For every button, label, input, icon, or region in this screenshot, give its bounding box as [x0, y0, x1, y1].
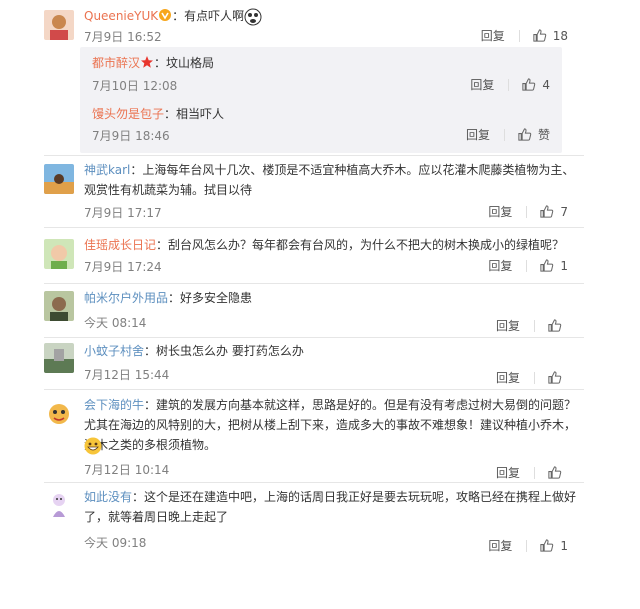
action-divider	[534, 371, 535, 384]
action-divider	[526, 205, 528, 218]
comment-text: ：有点吓人啊	[172, 9, 245, 23]
reply-list: 都市醉汉 ：坟山格局 7月10日 12:08 回复 4 馒头勿是包子：相当吓人 7…	[80, 47, 562, 153]
action-divider	[526, 539, 528, 552]
thumbs-up-icon	[533, 29, 546, 42]
username-link[interactable]: 小蚊子村舍	[84, 344, 144, 358]
avatar[interactable]	[44, 343, 74, 373]
action-divider	[503, 128, 505, 141]
comment-divider	[44, 337, 584, 338]
like-button[interactable]	[547, 318, 568, 333]
like-button[interactable]: 1	[539, 538, 568, 553]
avatar[interactable]	[44, 10, 74, 40]
comment-text: ：好多安全隐患	[168, 291, 253, 305]
comment-text: ：树长虫怎么办 要打药怎么办	[144, 344, 304, 358]
username-link[interactable]: QueenieYUK	[84, 9, 158, 23]
thumbs-up-icon	[548, 466, 562, 479]
username-link[interactable]: 帕米尔户外用品	[84, 291, 168, 305]
like-count: 7	[560, 204, 568, 219]
like-button[interactable]	[547, 370, 568, 385]
avatar[interactable]	[44, 239, 74, 269]
thumbs-up-icon	[540, 539, 554, 552]
comment-divider	[44, 482, 584, 483]
comment-time: 7月9日 17:17	[84, 206, 162, 220]
username-link[interactable]: 会下海的牛	[84, 398, 144, 412]
star-badge-icon	[141, 56, 154, 68]
like-button[interactable]: 1	[539, 258, 568, 273]
username-link[interactable]: 佳瑶成长日记	[84, 238, 156, 252]
reply-button[interactable]: 回复	[488, 537, 512, 554]
grin-emoji-icon	[84, 437, 102, 455]
comment-time: 7月12日 15:44	[84, 368, 170, 382]
vip-badge-icon	[159, 9, 172, 21]
like-button[interactable]: 赞	[517, 126, 550, 143]
like-count: 18	[552, 28, 568, 43]
comment-item: 帕米尔户外用品：好多安全隐患 今天 08:14 回复	[0, 285, 640, 337]
action-divider	[534, 319, 535, 332]
username-link[interactable]: 都市醉汉	[92, 56, 140, 70]
comment-divider	[44, 227, 584, 228]
username-link[interactable]: 馒头勿是包子	[92, 107, 164, 121]
username-link[interactable]: 神武karl	[84, 163, 130, 177]
action-divider	[518, 29, 520, 42]
comment-text: ：上海每年台风十几次、楼顶是不适宜种植高大乔木。应以花灌木爬藤类植物为主、观赏性…	[84, 163, 575, 197]
thumbs-up-icon	[522, 78, 536, 91]
like-count: 1	[560, 258, 568, 273]
reply-text: ：相当吓人	[164, 107, 225, 121]
comment-time: 7月12日 10:14	[84, 463, 170, 477]
thumbs-up-icon	[548, 319, 562, 332]
reply-button[interactable]: 回复	[470, 76, 494, 93]
like-button[interactable]	[547, 465, 568, 480]
comment-item: QueenieYUK ：有点吓人啊 7月9日 16:52 回复 18 都市醉汉 ：坟…	[0, 0, 640, 160]
comment-item: 会下海的牛：建筑的发展方向基本就这样，思路是好的。但是有没有考虑过树大易倒的问题…	[0, 391, 640, 483]
comment-text: ：这个是还在建造中吧，上海的话周日我正好是要去玩玩呢，攻略已经在携程上做好了，就…	[84, 490, 577, 524]
action-divider	[526, 259, 528, 272]
avatar[interactable]	[44, 489, 74, 519]
comment-item: 佳瑶成长日记：刮台风怎么办？每年都会有台风的，为什么不把大的树木换成小的绿植呢？…	[0, 229, 640, 283]
comment-text: ：建筑的发展方向基本就这样，思路是好的。但是有没有考虑过树大易倒的问题？尤其在海…	[84, 398, 577, 452]
avatar[interactable]	[44, 399, 74, 429]
reply-item: 馒头勿是包子：相当吓人 7月9日 18:46 回复 赞	[80, 100, 562, 153]
scared-emoji-icon	[244, 8, 262, 25]
reply-text: ：坟山格局	[154, 56, 215, 70]
like-count: 1	[560, 538, 568, 553]
reply-time: 7月9日 18:46	[92, 129, 170, 143]
comment-text: ：刮台风怎么办？每年都会有台风的，为什么不把大的树木换成小的绿植呢？	[156, 238, 565, 252]
action-divider	[534, 466, 535, 479]
action-divider	[508, 78, 510, 91]
reply-time: 7月10日 12:08	[92, 79, 178, 93]
reply-button[interactable]: 回复	[496, 369, 520, 386]
comment-item: 如此没有：这个是还在建造中吧，上海的话周日我正好是要去玩玩呢，攻略已经在携程上做…	[0, 484, 640, 554]
like-button[interactable]: 18	[532, 28, 568, 43]
comment-time: 7月9日 16:52	[84, 30, 162, 44]
comment-time: 今天 09:18	[84, 536, 147, 550]
like-label: 赞	[537, 128, 550, 142]
reply-button[interactable]: 回复	[466, 126, 490, 143]
avatar[interactable]	[44, 164, 74, 194]
thumbs-up-icon	[518, 128, 532, 141]
like-count: 4	[542, 77, 550, 92]
thumbs-up-icon	[540, 259, 554, 272]
comment-time: 7月9日 17:24	[84, 260, 162, 274]
comment-divider	[44, 283, 584, 284]
comment-divider	[44, 155, 584, 156]
comment-divider	[44, 389, 584, 390]
username-link[interactable]: 如此没有	[84, 490, 132, 504]
reply-button[interactable]: 回复	[496, 464, 520, 481]
like-button[interactable]: 4	[521, 77, 550, 92]
thumbs-up-icon	[540, 205, 554, 218]
like-button[interactable]: 7	[539, 204, 568, 219]
reply-button[interactable]: 回复	[488, 257, 512, 274]
reply-button[interactable]: 回复	[496, 317, 520, 334]
reply-item: 都市醉汉 ：坟山格局 7月10日 12:08 回复 4	[80, 47, 562, 100]
comment-time: 今天 08:14	[84, 316, 147, 330]
reply-button[interactable]: 回复	[481, 27, 505, 44]
thumbs-up-icon	[548, 371, 562, 384]
comment-item: 神武karl：上海每年台风十几次、楼顶是不适宜种植高大乔木。应以花灌木爬藤类植物…	[0, 157, 640, 227]
reply-button[interactable]: 回复	[488, 203, 512, 220]
avatar[interactable]	[44, 291, 74, 321]
comment-item: 小蚊子村舍：树长虫怎么办 要打药怎么办 7月12日 15:44 回复	[0, 339, 640, 389]
